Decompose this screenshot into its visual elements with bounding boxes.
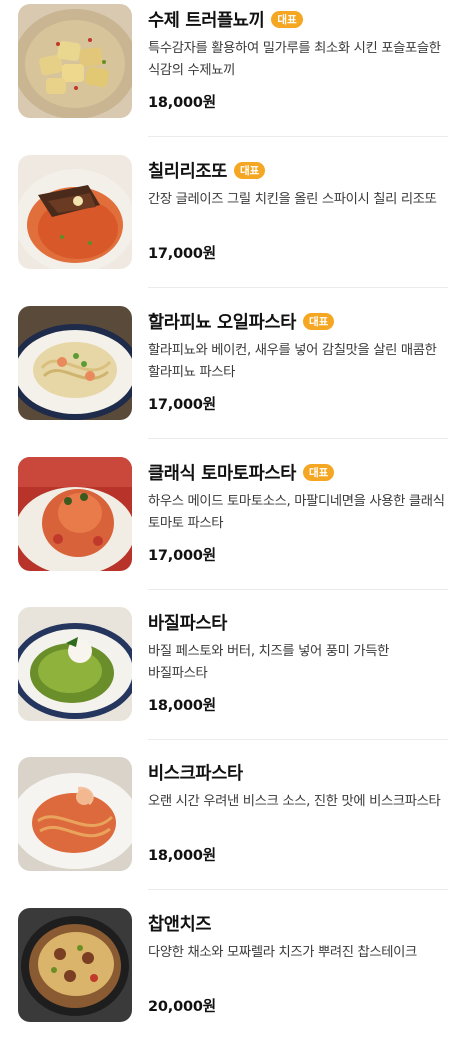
menu-item-price: 18,000원 xyxy=(148,95,216,111)
menu-item-price: 17,000원 xyxy=(148,397,216,413)
menu-item-name: 비스크파스타 xyxy=(148,763,243,784)
menu-item-truffle-gnocchi[interactable]: 수제 트러플뇨끼 대표 특수감자를 활용하여 밀가루를 최소화 시킨 포슬포슬한… xyxy=(18,4,448,144)
menu-item-description: 다양한 채소와 모짜렐라 치즈가 뿌려진 찹스테이크 xyxy=(148,945,417,960)
signature-badge: 대표 xyxy=(303,463,335,481)
menu-item-name: 바질파스타 xyxy=(148,613,227,634)
divider xyxy=(148,589,448,590)
menu-item-description: 간장 글레이즈 그릴 치킨을 올린 스파이시 칠리 리조또 xyxy=(148,192,437,207)
divider xyxy=(148,438,448,439)
menu-item-jalapeno-oil-pasta[interactable]: 할라피뇨 오일파스타 대표 할라피뇨와 베이컨, 새우를 넣어 감칠맛을 살린 … xyxy=(18,306,448,446)
signature-badge: 대표 xyxy=(234,161,266,179)
menu-item-description: 하우스 메이드 토마토소스, 마팔디네면을 사용한 클래식 토마토 파스타 xyxy=(148,494,445,531)
menu-item-chili-risotto[interactable]: 칠리리조또 대표 간장 글레이즈 그릴 치킨을 올린 스파이시 칠리 리조또 1… xyxy=(18,155,448,295)
menu-item-classic-tomato-pasta[interactable]: 클래식 토마토파스타 대표 하우스 메이드 토마토소스, 마팔디네면을 사용한 … xyxy=(18,457,448,597)
risotto-photo xyxy=(18,155,132,269)
chop-cheese-photo xyxy=(18,908,132,1022)
menu-item-description: 특수감자를 활용하여 밀가루를 최소화 시킨 포슬포슬한 식감의 수제뇨끼 xyxy=(148,41,441,78)
menu-item-price: 18,000원 xyxy=(148,698,216,714)
tomato-pasta-photo xyxy=(18,457,132,571)
divider xyxy=(148,287,448,288)
signature-badge: 대표 xyxy=(271,10,303,28)
basil-pasta-photo xyxy=(18,607,132,721)
menu-item-name: 칠리리조또 xyxy=(148,161,227,182)
menu-item-chop-and-cheese[interactable]: 찹앤치즈 다양한 채소와 모짜렐라 치즈가 뿌려진 찹스테이크 20,000원 xyxy=(18,908,448,1048)
menu-item-price: 18,000원 xyxy=(148,848,216,864)
menu-item-price: 17,000원 xyxy=(148,246,216,262)
menu-item-name: 찹앤치즈 xyxy=(148,914,212,935)
menu-list: 수제 트러플뇨끼 대표 특수감자를 활용하여 밀가루를 최소화 시킨 포슬포슬한… xyxy=(0,0,466,1033)
menu-item-name: 클래식 토마토파스타 xyxy=(148,463,296,484)
divider xyxy=(148,136,448,137)
menu-item-description: 바질 페스토와 버터, 치즈를 넣어 풍미 가득한 바질파스타 xyxy=(148,644,390,681)
gnocchi-photo xyxy=(18,4,132,118)
menu-item-bisque-pasta[interactable]: 비스크파스타 오랜 시간 우려낸 비스크 소스, 진한 맛에 비스크파스타 18… xyxy=(18,757,448,897)
oil-pasta-photo xyxy=(18,306,132,420)
divider xyxy=(148,739,448,740)
menu-item-price: 17,000원 xyxy=(148,548,216,564)
bisque-pasta-photo xyxy=(18,757,132,871)
divider xyxy=(148,889,448,890)
signature-badge: 대표 xyxy=(303,312,335,330)
menu-item-basil-pasta[interactable]: 바질파스타 바질 페스토와 버터, 치즈를 넣어 풍미 가득한 바질파스타 18… xyxy=(18,607,448,747)
menu-item-description: 오랜 시간 우려낸 비스크 소스, 진한 맛에 비스크파스타 xyxy=(148,794,441,809)
menu-item-name: 할라피뇨 오일파스타 xyxy=(148,312,296,333)
menu-item-description: 할라피뇨와 베이컨, 새우를 넣어 감칠맛을 살린 매콤한 할라피뇨 파스타 xyxy=(148,343,437,380)
menu-item-price: 20,000원 xyxy=(148,999,216,1015)
menu-item-name: 수제 트러플뇨끼 xyxy=(148,10,265,31)
